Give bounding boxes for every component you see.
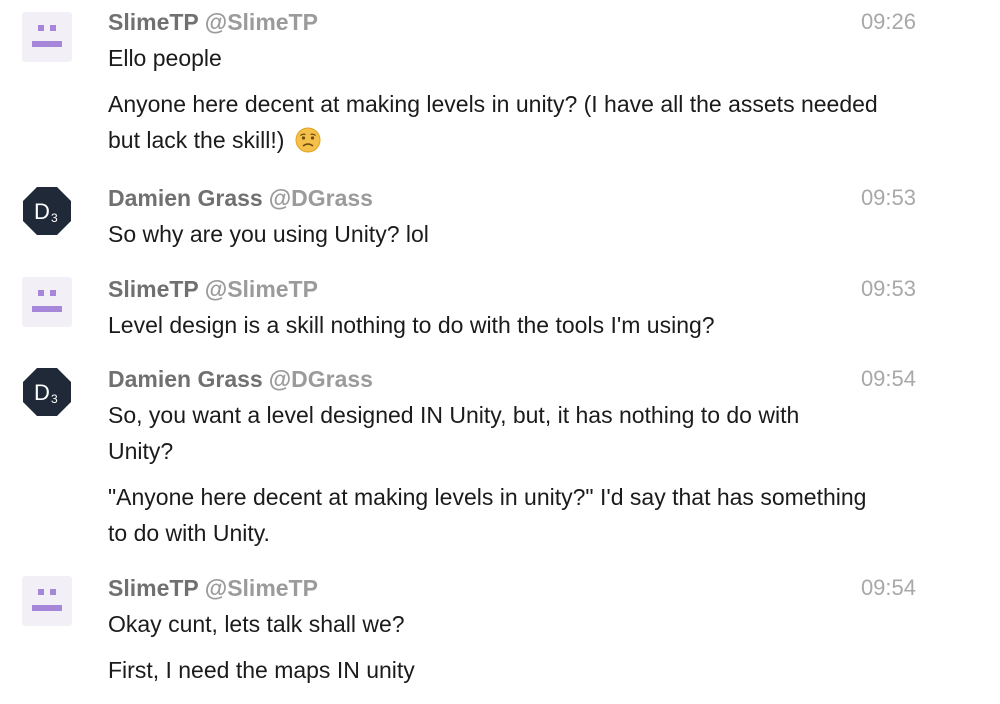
message-header: Damien Grass @DGrass bbox=[108, 184, 373, 212]
user-handle[interactable]: @DGrass bbox=[269, 185, 373, 211]
avatar-letter: D bbox=[34, 199, 50, 224]
slime-avatar-icon[interactable] bbox=[22, 576, 72, 626]
user-handle[interactable]: @SlimeTP bbox=[205, 575, 318, 601]
username[interactable]: Damien Grass bbox=[108, 185, 263, 211]
username[interactable]: SlimeTP bbox=[108, 9, 199, 35]
avatar-subscript: 3 bbox=[51, 211, 58, 225]
message-text: So why are you using Unity? lol bbox=[108, 221, 429, 247]
slime-avatar-icon[interactable] bbox=[22, 12, 72, 62]
message-header: SlimeTP @SlimeTP bbox=[108, 574, 318, 602]
message-line: Unity? bbox=[108, 438, 174, 464]
message-line: Anyone here decent at making levels in u… bbox=[108, 91, 878, 117]
username[interactable]: Damien Grass bbox=[108, 366, 263, 392]
message-text: Okay cunt, lets talk shall we? bbox=[108, 611, 405, 637]
timestamp[interactable]: 09:54 bbox=[861, 365, 916, 393]
username[interactable]: SlimeTP bbox=[108, 276, 199, 302]
message-header: SlimeTP @SlimeTP bbox=[108, 8, 318, 36]
message-text: Ello people bbox=[108, 45, 222, 71]
message-line: to do with Unity. bbox=[108, 520, 270, 546]
d3-avatar-icon[interactable]: D 3 bbox=[22, 367, 72, 417]
timestamp[interactable]: 09:26 bbox=[861, 8, 916, 36]
user-handle[interactable]: @DGrass bbox=[269, 366, 373, 392]
avatar-subscript: 3 bbox=[51, 392, 58, 406]
user-handle[interactable]: @SlimeTP bbox=[205, 276, 318, 302]
username[interactable]: SlimeTP bbox=[108, 575, 199, 601]
message-text: Anyone here decent at making levels in u… bbox=[108, 86, 928, 158]
avatar-letter: D bbox=[34, 380, 50, 405]
message-header: SlimeTP @SlimeTP bbox=[108, 275, 318, 303]
d3-avatar-icon[interactable]: D 3 bbox=[22, 186, 72, 236]
timestamp[interactable]: 09:53 bbox=[861, 184, 916, 212]
message-line: "Anyone here decent at making levels in … bbox=[108, 484, 867, 510]
chat-message-list: SlimeTP @SlimeTP 09:26 Ello people Anyone… bbox=[0, 0, 1000, 704]
user-handle[interactable]: @SlimeTP bbox=[205, 9, 318, 35]
message-text: First, I need the maps IN unity bbox=[108, 657, 415, 683]
worried-face-emoji bbox=[295, 127, 321, 153]
slime-avatar-icon[interactable] bbox=[22, 277, 72, 327]
timestamp[interactable]: 09:54 bbox=[861, 574, 916, 602]
message-line: So, you want a level designed IN Unity, … bbox=[108, 402, 800, 428]
message-text: Level design is a skill nothing to do wi… bbox=[108, 312, 715, 338]
timestamp[interactable]: 09:53 bbox=[861, 275, 916, 303]
message-line: but lack the skill!) bbox=[108, 127, 285, 153]
message-header: Damien Grass @DGrass bbox=[108, 365, 373, 393]
message-text: "Anyone here decent at making levels in … bbox=[108, 479, 928, 551]
message-text: So, you want a level designed IN Unity, … bbox=[108, 397, 928, 469]
